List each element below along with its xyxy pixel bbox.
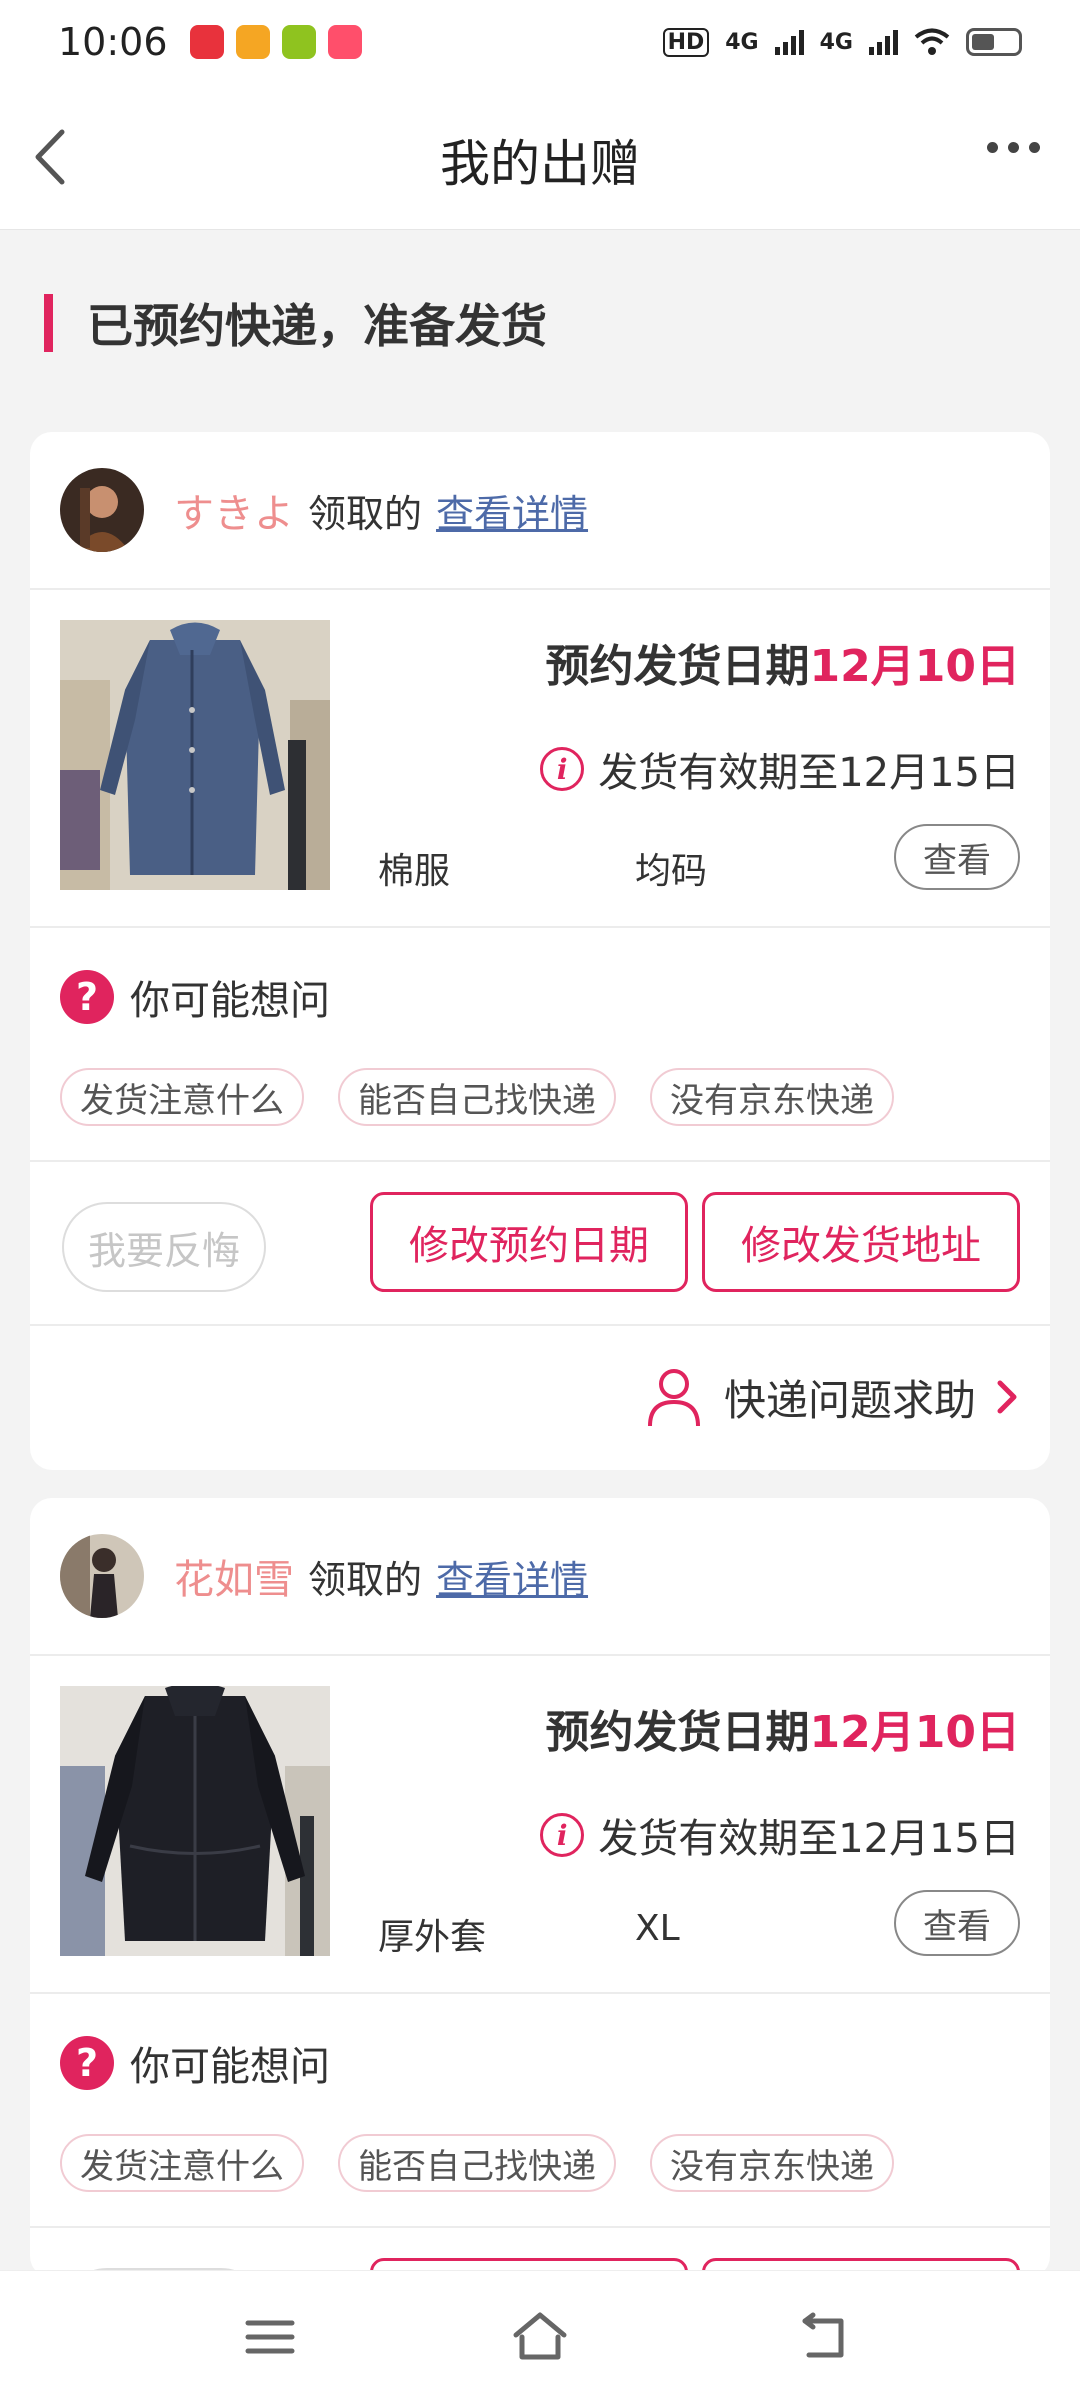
question-icon: ?	[60, 970, 114, 1024]
app-notification-icon	[327, 25, 362, 59]
menu-icon[interactable]	[240, 2307, 300, 2367]
section-header: 已预约快递，准备发货	[44, 290, 547, 356]
ship-date-label: 预约发货日期	[545, 1707, 810, 1758]
faq-title: 你可能想问	[130, 978, 330, 1024]
faq-chip[interactable]: 没有京东快递	[650, 2134, 894, 2192]
info-icon: i	[540, 747, 585, 791]
faq-section: ? 你可能想问 发货注意什么 能否自己找快递 没有京东快递	[30, 1994, 1050, 2228]
faq-title-row: ? 你可能想问	[60, 968, 330, 1026]
claim-text: 领取的	[308, 491, 423, 536]
item-category: 棉服	[378, 851, 451, 892]
chevron-right-icon	[997, 1380, 1017, 1414]
card-item-row: 预约发货日期12月10日 i 发货有效期至12月15日 厚外套 XL 查看	[30, 1656, 1050, 1994]
battery-icon	[966, 28, 1022, 56]
item-photo[interactable]	[60, 620, 330, 890]
ship-date: 预约发货日期12月10日	[546, 630, 1020, 694]
app-notification-icon	[281, 25, 316, 59]
view-detail-link[interactable]: 查看详情	[436, 483, 588, 538]
status-indicators: HD 4G 4G	[662, 27, 1022, 57]
more-icon[interactable]	[987, 142, 1040, 153]
ship-date-value: 12月10日	[809, 641, 1020, 692]
change-date-button[interactable]: 修改预约日期	[370, 1192, 688, 1292]
avatar[interactable]	[60, 468, 144, 552]
hd-badge: HD	[662, 27, 710, 57]
card-item-row: 预约发货日期12月10日 i 发货有效期至12月15日 棉服 均码 查看	[30, 590, 1050, 928]
faq-title-row: ? 你可能想问	[60, 2034, 330, 2092]
app-notification-icon	[189, 25, 224, 59]
faq-chip[interactable]: 发货注意什么	[60, 2134, 304, 2192]
item-size: XL	[635, 1908, 680, 1949]
courier-help-row[interactable]: 快递问题求助	[30, 1326, 1050, 1470]
claim-text: 领取的	[308, 1557, 423, 1602]
view-button[interactable]: 查看	[894, 1890, 1020, 1956]
back-nav-icon[interactable]	[795, 2307, 855, 2367]
network-type: 4G	[819, 29, 853, 55]
home-icon[interactable]	[510, 2307, 570, 2367]
network-type: 4G	[725, 29, 759, 55]
signal-icon	[869, 29, 898, 55]
courier-help[interactable]: 快递问题求助	[646, 1366, 1020, 1428]
status-time: 10:06	[58, 20, 168, 64]
status-app-icons	[189, 25, 362, 59]
view-button[interactable]: 查看	[894, 824, 1020, 890]
wifi-icon	[914, 28, 950, 55]
faq-chips: 发货注意什么 能否自己找快递 没有京东快递	[60, 2134, 894, 2192]
faq-chip[interactable]: 能否自己找快递	[338, 2134, 616, 2192]
faq-section: ? 你可能想问 发货注意什么 能否自己找快递 没有京东快递	[30, 928, 1050, 1162]
receiver-name[interactable]: 花如雪	[174, 1547, 294, 1605]
validity-row: i 发货有效期至12月15日	[540, 740, 1020, 798]
faq-chip[interactable]: 发货注意什么	[60, 1068, 304, 1126]
card-actions: 我要反悔 修改预约日期 修改发货地址	[30, 1162, 1050, 1326]
gift-card: すきよ 领取的 查看详情 预约发货日期12月10日 i 发货有效期至12月15日…	[30, 432, 1050, 1470]
item-category: 厚外套	[378, 1917, 487, 1958]
item-size: 均码	[635, 851, 708, 892]
section-title: 已预约快递，准备发货	[87, 299, 547, 353]
card-receiver-row: すきよ 领取的 查看详情	[30, 432, 1050, 590]
faq-chip[interactable]: 能否自己找快递	[338, 1068, 616, 1126]
person-icon	[647, 1369, 700, 1427]
validity-text: 发货有效期至12月15日	[598, 1816, 1020, 1862]
receiver-name[interactable]: すきよ	[174, 481, 294, 539]
ship-date-label: 预约发货日期	[545, 641, 810, 692]
faq-title: 你可能想问	[130, 2044, 330, 2090]
card-receiver-row: 花如雪 领取的 查看详情	[30, 1498, 1050, 1656]
question-icon: ?	[60, 2036, 114, 2090]
ship-date-value: 12月10日	[809, 1707, 1020, 1758]
change-address-button[interactable]: 修改发货地址	[702, 1192, 1020, 1292]
section-accent-bar	[44, 294, 53, 352]
validity-row: i 发货有效期至12月15日	[540, 1806, 1020, 1864]
gift-card: 花如雪 领取的 查看详情 预约发货日期12月10日 i 发货有效期至12月15日…	[30, 1498, 1050, 2278]
ship-date: 预约发货日期12月10日	[546, 1696, 1020, 1760]
system-nav-bar	[0, 2270, 1080, 2400]
page-title: 我的出赠	[440, 135, 640, 193]
status-bar: 10:06 HD 4G 4G	[0, 0, 1080, 84]
nav-bar: 我的出赠	[0, 84, 1080, 230]
info-icon: i	[540, 1813, 585, 1857]
faq-chips: 发货注意什么 能否自己找快递 没有京东快递	[60, 1068, 894, 1126]
faq-chip[interactable]: 没有京东快递	[650, 1068, 894, 1126]
item-photo[interactable]	[60, 1686, 330, 1956]
avatar[interactable]	[60, 1534, 144, 1618]
validity-text: 发货有效期至12月15日	[598, 750, 1020, 796]
regret-button[interactable]: 我要反悔	[62, 1202, 266, 1292]
weibo-icon	[235, 25, 270, 59]
courier-help-label: 快递问题求助	[723, 1375, 976, 1425]
view-detail-link[interactable]: 查看详情	[436, 1549, 588, 1604]
signal-icon	[774, 29, 804, 55]
